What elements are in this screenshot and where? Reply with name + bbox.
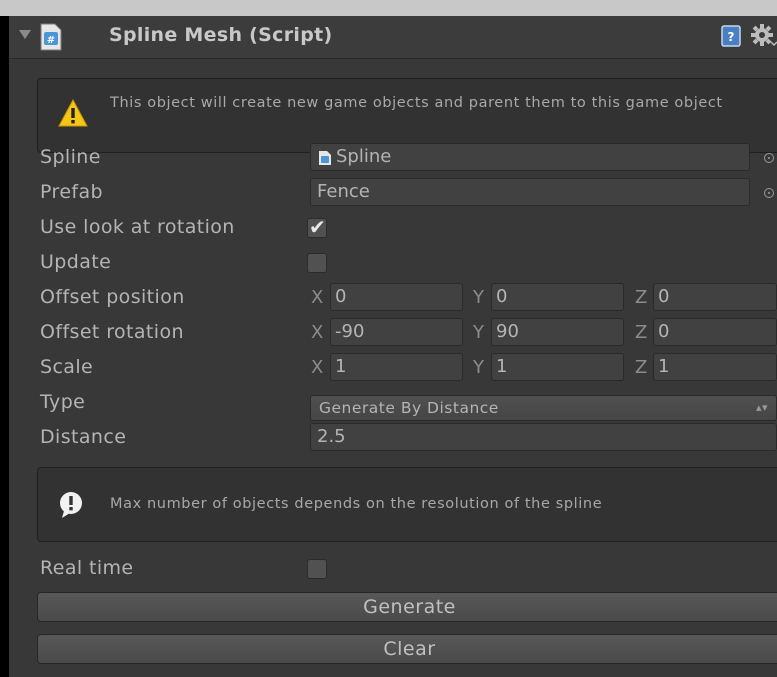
prefab-object-field[interactable]: Fence — [310, 178, 750, 206]
offset-rotation-z-field[interactable]: 0 — [653, 318, 777, 346]
inspector-panel: # Spline Mesh (Script) ? This object wil… — [9, 16, 777, 677]
info-help-box: Max number of objects depends on the res… — [37, 467, 777, 542]
dropdown-arrows-icon: ▴▾ — [755, 401, 768, 414]
axis-z-label: Z — [635, 357, 648, 378]
distance-label: Distance — [40, 426, 127, 448]
offset-position-y-field[interactable]: 0 — [491, 283, 624, 311]
axis-y-label: Y — [473, 322, 484, 343]
gear-icon[interactable] — [751, 23, 777, 49]
type-dropdown[interactable]: Generate By Distance ▴▾ — [310, 395, 777, 421]
info-help-text: Max number of objects depends on the res… — [110, 496, 603, 512]
warning-help-text: This object will create new game objects… — [110, 95, 723, 111]
scale-y-field[interactable]: 1 — [491, 353, 624, 381]
offset-position-label: Offset position — [40, 286, 185, 308]
component-body: This object will create new game objects… — [9, 58, 777, 677]
object-picker-icon[interactable] — [764, 188, 774, 198]
component-header[interactable]: # Spline Mesh (Script) ? — [9, 16, 777, 59]
scale-z-field[interactable]: 1 — [653, 353, 777, 381]
axis-y-label: Y — [473, 357, 484, 378]
type-dropdown-value: Generate By Distance — [319, 399, 499, 417]
use-look-at-rotation-label: Use look at rotation — [40, 216, 235, 238]
spline-field-value: Spline — [336, 146, 392, 167]
distance-field[interactable]: 2.5 — [310, 423, 777, 451]
axis-z-label: Z — [635, 322, 648, 343]
checkmark-icon: ✔ — [309, 215, 326, 239]
svg-text:#: # — [47, 35, 55, 46]
real-time-label: Real time — [40, 557, 134, 579]
offset-rotation-y-field[interactable]: 90 — [491, 318, 624, 346]
help-book-icon[interactable]: ? — [721, 25, 741, 47]
object-picker-icon[interactable] — [764, 153, 774, 163]
use-look-at-rotation-checkbox[interactable]: ✔ — [307, 215, 327, 239]
axis-y-label: Y — [473, 287, 484, 308]
axis-x-label: X — [311, 322, 324, 343]
offset-position-x-field[interactable]: 0 — [330, 283, 463, 311]
warning-icon — [58, 99, 88, 127]
generate-button[interactable]: Generate — [37, 592, 777, 622]
foldout-arrow-icon[interactable] — [19, 30, 31, 39]
spline-object-field[interactable]: Spline — [310, 143, 750, 171]
scale-x-field[interactable]: 1 — [330, 353, 463, 381]
axis-x-label: X — [311, 357, 324, 378]
offset-rotation-label: Offset rotation — [40, 321, 184, 343]
csharp-script-icon: # — [40, 23, 62, 51]
scale-label: Scale — [40, 356, 94, 378]
clear-button[interactable]: Clear — [37, 634, 777, 664]
warning-help-box: This object will create new game objects… — [37, 78, 777, 153]
svg-text:?: ? — [728, 30, 735, 44]
axis-z-label: Z — [635, 287, 648, 308]
info-icon — [60, 492, 82, 518]
offset-rotation-x-field[interactable]: -90 — [330, 318, 463, 346]
real-time-checkbox[interactable] — [307, 559, 327, 579]
type-label: Type — [40, 391, 86, 413]
prefab-label: Prefab — [40, 181, 103, 203]
script-asset-icon — [319, 151, 331, 165]
component-title: Spline Mesh (Script) — [109, 24, 333, 46]
update-label: Update — [40, 251, 112, 273]
update-checkbox[interactable] — [307, 253, 327, 273]
axis-x-label: X — [311, 287, 324, 308]
spline-label: Spline — [40, 146, 101, 168]
top-strip — [0, 0, 777, 16]
offset-position-z-field[interactable]: 0 — [653, 283, 777, 311]
